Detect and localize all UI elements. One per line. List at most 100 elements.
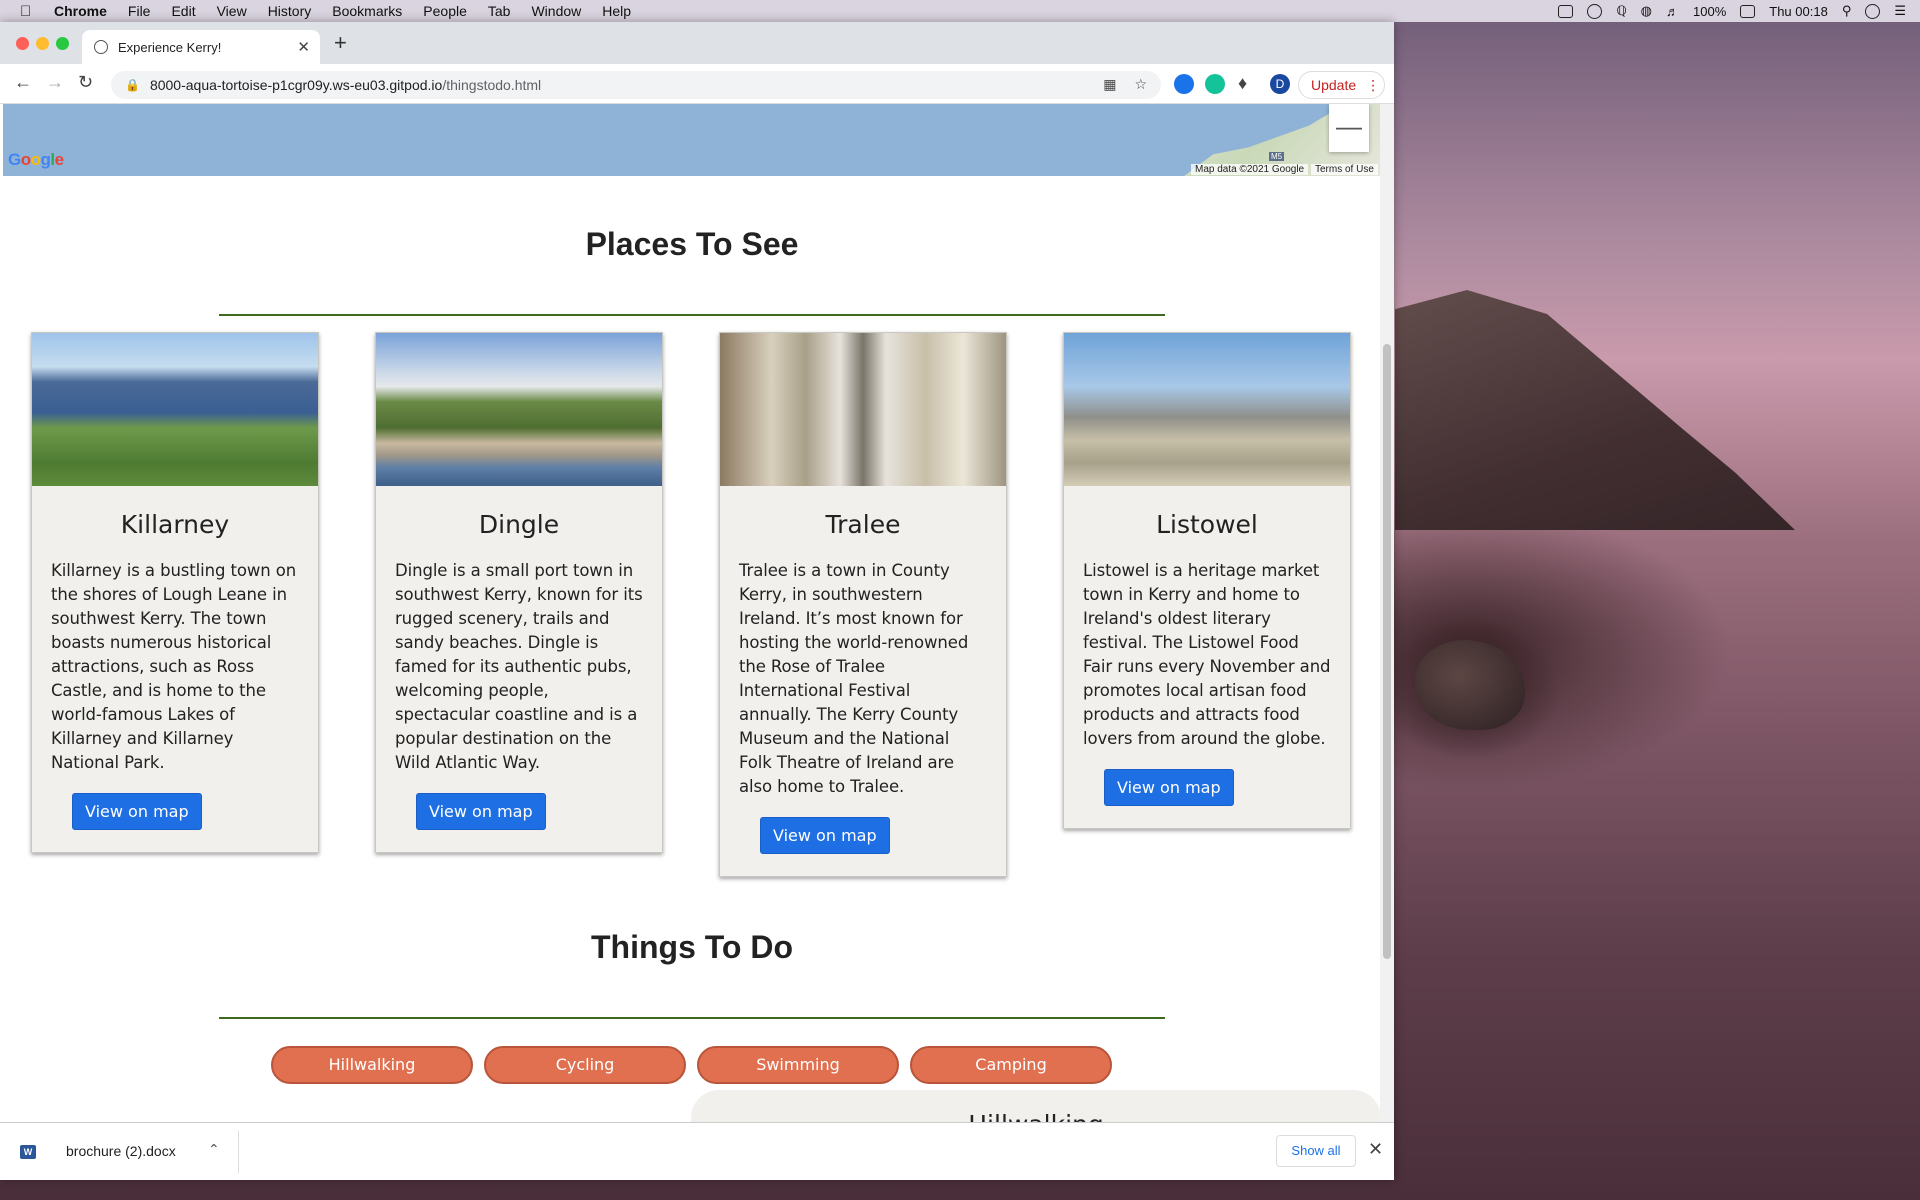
menu-help[interactable]: Help [602,3,631,19]
tab-title: Experience Kerry! [118,39,222,55]
sea-rock [1415,640,1525,730]
place-card-dingle: Dingle Dingle is a small port town in so… [375,332,663,853]
things-divider [219,1017,1165,1019]
menu-window[interactable]: Window [531,3,581,19]
bluetooth-icon[interactable]: ℚ [1616,3,1626,19]
menu-view[interactable]: View [217,3,247,19]
card-description: Listowel is a heritage market town in Ke… [1083,561,1331,748]
spotlight-icon[interactable]: ⚲ [1842,3,1852,19]
menubar-status-area: ℚ ◍ ♬ 100% Thu 00:18 ⚲ ☰ [1558,0,1906,22]
card-title: Listowel [1156,510,1258,539]
card-description: Tralee is a town in County Kerry, in sou… [739,561,969,796]
cliff-rock [1395,290,1795,530]
card-title: Tralee [825,510,901,539]
card-description: Killarney is a bustling town on the shor… [51,561,297,772]
activity-card-title: Hillwalking [691,1110,1381,1122]
close-shelf-icon[interactable]: ✕ [1368,1139,1383,1160]
activity-tab-swimming[interactable]: Swimming [697,1046,899,1084]
grammarly-extension-icon[interactable] [1205,74,1225,94]
qr-code-icon[interactable]: ▦ [1103,76,1116,93]
zoom-window-button[interactable] [56,37,69,50]
more-menu-icon[interactable]: ⋮ [1366,77,1380,94]
macos-menubar:  Chrome File Edit View History Bookmark… [0,0,1920,22]
card-title: Killarney [120,510,230,539]
address-bar[interactable]: 🔒 8000-aqua-tortoise-p1cgr09y.ws-eu03.gi… [111,71,1161,99]
place-card-tralee: Tralee Tralee is a town in County Kerry,… [719,332,1007,877]
place-card-listowel: Listowel Listowel is a heritage market t… [1063,332,1351,829]
shelf-divider [238,1131,239,1173]
lock-icon[interactable]: 🔒 [125,78,140,92]
places-divider [219,314,1165,316]
menu-bookmarks[interactable]: Bookmarks [332,3,402,19]
activity-tab-camping[interactable]: Camping [910,1046,1112,1084]
cast-icon[interactable]: ◍ [1641,3,1652,19]
menu-tab[interactable]: Tab [488,3,511,19]
menu-file[interactable]: File [128,3,151,19]
menu-app-name[interactable]: Chrome [54,3,107,19]
listowel-photo [1064,333,1350,486]
tab-experience-kerry[interactable]: Experience Kerry! ✕ [82,30,320,64]
apple-icon[interactable]:  [20,3,38,20]
chevron-up-icon[interactable]: ⌃ [208,1141,220,1158]
update-button[interactable]: Update ⋮ [1298,71,1385,99]
control-center-icon[interactable]: ☰ [1894,3,1906,19]
place-card-killarney: Killarney Killarney is a bustling town o… [31,332,319,853]
minimize-window-button[interactable] [36,37,49,50]
volume-icon[interactable]: ♬ [1666,4,1679,19]
time-machine-icon[interactable] [1587,3,1603,19]
bookmark-star-icon[interactable]: ☆ [1134,76,1147,93]
chrome-window: Experience Kerry! ✕ + ← → ↻ 🔒 8000-aqua-… [0,22,1394,1180]
map-road-label: M5 [1269,152,1285,161]
menu-edit[interactable]: Edit [171,3,195,19]
activity-tab-hillwalking[interactable]: Hillwalking [271,1046,473,1084]
card-title: Dingle [478,510,560,539]
forward-arrow-icon[interactable]: → [46,72,64,93]
menu-people[interactable]: People [423,3,467,19]
extensions-puzzle-icon[interactable]: ♦ [1238,73,1247,94]
killarney-photo [32,333,318,486]
google-logo: Google [8,150,64,169]
tralee-photo [720,333,1006,486]
clock[interactable]: Thu 00:18 [1769,4,1828,19]
siri-icon[interactable] [1865,3,1881,19]
close-window-button[interactable] [16,37,29,50]
view-on-map-button[interactable]: View on map [72,793,202,830]
dingle-photo [376,333,662,486]
page-viewport: Google M5 — Map data ©2021 Google Terms … [3,104,1383,1122]
app-status-icon[interactable] [1558,4,1574,18]
new-tab-button[interactable]: + [334,30,347,56]
download-file-name[interactable]: brochure (2).docx [66,1143,176,1159]
profile-avatar[interactable]: D [1270,74,1290,94]
activity-detail-card: Hillwalking [691,1090,1381,1122]
places-section-title: Places To See [585,226,799,262]
download-shelf: W brochure (2).docx ⌃ Show all ✕ [0,1122,1394,1180]
activity-tab-cycling[interactable]: Cycling [484,1046,686,1084]
battery-icon[interactable] [1740,4,1756,18]
close-tab-icon[interactable]: ✕ [297,38,310,56]
map-zoom-out-button[interactable]: — [1329,104,1369,152]
view-on-map-button[interactable]: View on map [1104,769,1234,806]
menu-history[interactable]: History [268,3,312,19]
show-all-button[interactable]: Show all [1276,1135,1356,1167]
back-arrow-icon[interactable]: ← [14,72,32,93]
battery-percent: 100% [1693,3,1727,19]
reload-icon[interactable]: ↻ [78,72,93,93]
word-document-icon: W [20,1145,36,1159]
page-scrollbar[interactable] [1380,104,1394,1122]
globe-icon [94,40,108,54]
map-attribution: Map data ©2021 Google [1191,164,1309,175]
tab-strip: Experience Kerry! ✕ + [0,22,1394,64]
things-section-title: Things To Do [590,929,794,965]
update-label: Update [1311,77,1357,93]
view-on-map-button[interactable]: View on map [416,793,546,830]
url-path: /thingstodo.html [442,77,542,93]
scrollbar-thumb[interactable] [1383,344,1391,959]
google-map[interactable]: Google M5 — Map data ©2021 Google Terms … [3,104,1381,176]
view-on-map-button[interactable]: View on map [760,817,890,854]
omnibox-actions: ▦ ☆ [1103,76,1147,93]
card-description: Dingle is a small port town in southwest… [395,561,643,772]
url-host: 8000-aqua-tortoise-p1cgr09y.ws-eu03.gitp… [149,77,443,93]
extension-shield-icon[interactable] [1174,74,1194,94]
map-terms-link[interactable]: Terms of Use [1311,164,1378,175]
browser-toolbar: ← → ↻ 🔒 8000-aqua-tortoise-p1cgr09y.ws-e… [0,64,1394,104]
